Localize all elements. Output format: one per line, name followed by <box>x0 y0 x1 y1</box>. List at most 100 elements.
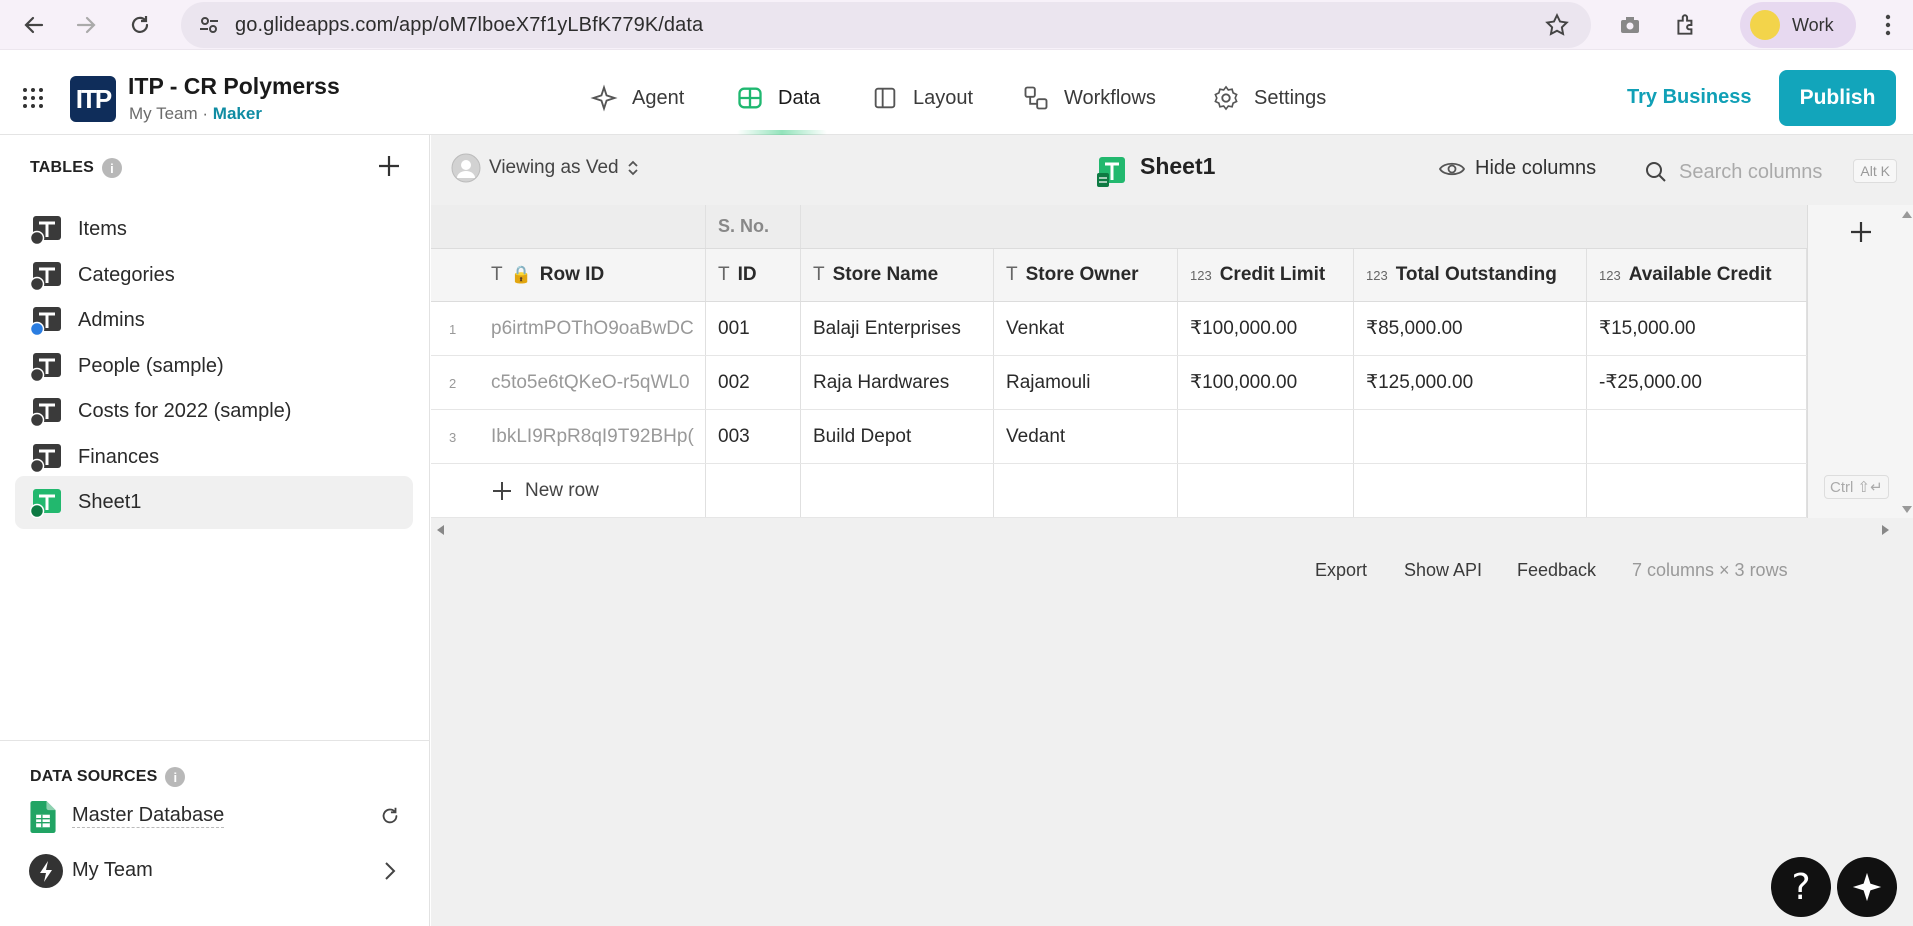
profile-button[interactable]: Work <box>1740 2 1856 48</box>
sidebar-item-label: Sheet1 <box>78 491 142 513</box>
extensions-icon[interactable] <box>1668 7 1704 43</box>
chevron-right-icon[interactable] <box>381 860 399 882</box>
tab-agent[interactable]: Agent <box>590 84 684 112</box>
apps-grid-icon[interactable] <box>22 87 44 114</box>
column-header[interactable]: T 🔒 Row ID <box>431 249 706 301</box>
table-icon <box>30 307 61 336</box>
tab-label: Data <box>778 86 821 109</box>
table-cell[interactable] <box>1178 410 1354 463</box>
vertical-scrollbar[interactable] <box>1901 209 1913 517</box>
site-settings-icon[interactable] <box>197 13 221 42</box>
forward-icon[interactable] <box>68 7 104 43</box>
table-cell[interactable]: -₹25,000.00 <box>1587 356 1807 409</box>
ai-assistant-button[interactable] <box>1837 857 1897 917</box>
tab-settings[interactable]: Settings <box>1212 84 1326 112</box>
info-icon[interactable]: i <box>165 767 186 787</box>
tab-label: Workflows <box>1064 86 1156 109</box>
table-row[interactable]: IbkLI9RpR8qI9T92BHp(003 Build Depot Vedant… <box>431 410 1807 464</box>
table-cell[interactable]: ₹15,000.00 <box>1587 302 1807 355</box>
url-text[interactable]: go.glideapps.com/app/oM7lboeX7f1yLBfK779… <box>235 14 703 37</box>
viewing-as-selector[interactable]: Viewing as Ved <box>451 153 639 183</box>
new-row-button[interactable]: New row <box>431 464 706 517</box>
reload-icon[interactable] <box>122 7 158 43</box>
search-placeholder: Search columns <box>1679 160 1823 183</box>
table-cell[interactable]: Rajamouli <box>994 356 1178 409</box>
table-cell[interactable]: Balaji Enterprises <box>801 302 994 355</box>
address-bar[interactable]: go.glideapps.com/app/oM7lboeX7f1yLBfK779… <box>181 2 1591 48</box>
text-type-icon: T <box>813 264 825 285</box>
data-source-master-database[interactable]: Master Database <box>15 789 413 842</box>
export-link[interactable]: Export <box>1315 560 1367 581</box>
kebab-menu-icon[interactable] <box>1870 7 1906 43</box>
table-cell[interactable] <box>1587 410 1807 463</box>
horizontal-scrollbar[interactable] <box>431 521 1907 539</box>
table-cell[interactable]: Vedant <box>994 410 1178 463</box>
table-cell[interactable]: p6irtmPOThO9oaBwDC <box>431 302 706 355</box>
number-type-icon: 123 <box>1599 267 1621 283</box>
table-cell[interactable]: ₹100,000.00 <box>1178 356 1354 409</box>
refresh-icon[interactable] <box>379 805 401 827</box>
empty-cell <box>706 464 801 517</box>
sidebar-item-table[interactable]: Sheet1 <box>15 476 413 529</box>
lightning-icon <box>29 854 63 888</box>
tables-title-text: TABLES <box>30 159 95 176</box>
sidebar-item-label: Items <box>78 218 127 240</box>
feedback-link[interactable]: Feedback <box>1517 560 1596 581</box>
new-row-label: New row <box>525 479 599 501</box>
column-header[interactable]: T ID <box>706 249 801 301</box>
data-sources-title: DATA SOURCES i <box>30 767 186 787</box>
table-cell[interactable] <box>1354 410 1587 463</box>
add-table-icon[interactable] <box>376 153 402 184</box>
app-header: ITP ITP - CR Polymerss My Team · Maker A… <box>0 50 1913 136</box>
column-header[interactable]: 123 Available Credit <box>1587 249 1807 301</box>
try-business-link[interactable]: Try Business <box>1627 86 1752 109</box>
lock-icon: 🔒 <box>510 265 532 284</box>
sidebar: TABLES i Items Categories Admins People (sa… <box>0 135 430 926</box>
add-column-icon[interactable] <box>1848 219 1874 245</box>
table-cell[interactable]: ₹125,000.00 <box>1354 356 1587 409</box>
table-cell[interactable]: Raja Hardwares <box>801 356 994 409</box>
table-cell[interactable]: IbkLI9RpR8qI9T92BHp( <box>431 410 706 463</box>
app-title[interactable]: ITP - CR Polymerss <box>128 73 340 100</box>
column-header-label: Store Owner <box>1025 264 1139 285</box>
column-header[interactable]: T Store Name <box>801 249 994 301</box>
info-icon[interactable]: i <box>102 158 123 178</box>
back-icon[interactable] <box>16 7 52 43</box>
column-header[interactable]: T Store Owner <box>994 249 1178 301</box>
show-api-link[interactable]: Show API <box>1404 560 1482 581</box>
tab-layout[interactable]: Layout <box>871 84 973 112</box>
table-cell[interactable]: Venkat <box>994 302 1178 355</box>
column-header[interactable]: 123 Credit Limit <box>1178 249 1354 301</box>
group-header-row: S. No. <box>431 205 1807 249</box>
camera-icon[interactable] <box>1612 7 1648 43</box>
tab-data[interactable]: Data <box>736 84 820 112</box>
row-number: 2 <box>449 376 457 391</box>
viewing-as-label: Viewing as Ved <box>489 157 619 178</box>
column-header-label: Available Credit <box>1628 264 1772 285</box>
table-cell[interactable]: ₹100,000.00 <box>1178 302 1354 355</box>
table-cell[interactable]: Build Depot <box>801 410 994 463</box>
table-cell[interactable]: 001 <box>706 302 801 355</box>
column-header[interactable]: 123 Total Outstanding <box>1354 249 1587 301</box>
sort-arrows-icon <box>627 160 638 176</box>
empty-cell <box>1587 464 1807 517</box>
table-row[interactable]: p6irtmPOThO9oaBwDC 001 Balaji Enterprises V… <box>431 302 1807 356</box>
data-source-my-team[interactable]: My Team <box>15 844 413 897</box>
table-cell[interactable]: 002 <box>706 356 801 409</box>
new-row[interactable]: New row <box>431 464 1807 518</box>
tab-workflows[interactable]: Workflows <box>1022 84 1156 112</box>
publish-button[interactable]: Publish <box>1779 70 1896 126</box>
group-header-sno[interactable]: S. No. <box>706 205 801 248</box>
search-columns-input[interactable]: Search columns Alt K <box>1645 155 1897 189</box>
star-icon[interactable] <box>1544 12 1570 43</box>
new-row-shortcut-badge: Ctrl ⇧↵ <box>1824 475 1889 499</box>
hide-columns-button[interactable]: Hide columns <box>1439 157 1596 180</box>
team-name: My Team <box>129 104 198 123</box>
help-button[interactable]: ? <box>1771 857 1831 917</box>
table-cell[interactable]: ₹85,000.00 <box>1354 302 1587 355</box>
sidebar-item-label: Costs for 2022 (sample) <box>78 400 292 422</box>
table-row[interactable]: c5to5e6tQKeO-r5qWL0 002 Raja Hardwares Raja… <box>431 356 1807 410</box>
table-cell[interactable]: c5to5e6tQKeO-r5qWL0 <box>431 356 706 409</box>
table-cell[interactable]: 003 <box>706 410 801 463</box>
profile-label: Work <box>1792 15 1834 35</box>
